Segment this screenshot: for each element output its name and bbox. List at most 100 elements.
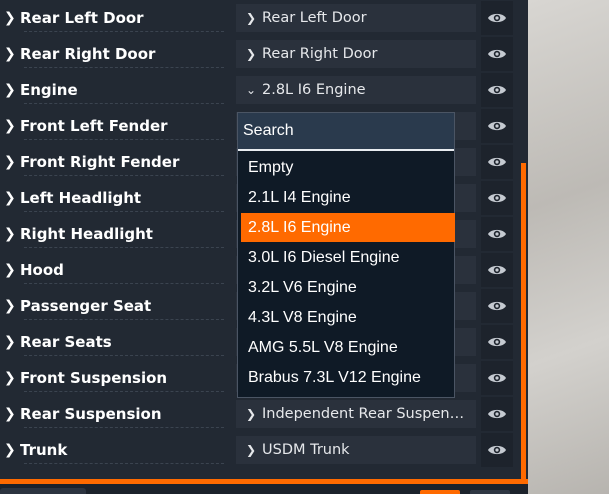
part-select[interactable]: ⌄ 2.8L I6 Engine xyxy=(236,76,476,104)
part-select-value: USDM Trunk xyxy=(262,442,350,458)
part-label[interactable]: ❯ Front Suspension xyxy=(4,360,228,396)
part-label[interactable]: ❯ Passenger Seat xyxy=(4,288,228,324)
eye-icon xyxy=(488,445,506,455)
chevron-right-icon: ❯ xyxy=(4,154,16,170)
row-divider xyxy=(24,247,224,248)
part-label[interactable]: ❯ Front Right Fender xyxy=(4,144,228,180)
visibility-toggle[interactable] xyxy=(481,109,513,143)
visibility-toggle[interactable] xyxy=(481,217,513,251)
dropdown-option-selected[interactable]: 2.8L I6 Engine xyxy=(241,213,455,242)
row-divider xyxy=(24,427,224,428)
part-name: Rear Suspension xyxy=(20,405,162,423)
parts-panel: ❯ Rear Left Door ❯ Rear Left Door ❯ Rear… xyxy=(0,0,528,494)
visibility-toggle[interactable] xyxy=(481,397,513,431)
chevron-right-icon: ❯ xyxy=(4,82,16,98)
eye-icon xyxy=(488,373,506,383)
visibility-toggle[interactable] xyxy=(481,433,513,467)
row-divider xyxy=(24,391,224,392)
visibility-toggle[interactable] xyxy=(481,37,513,71)
part-select[interactable]: ❯ Rear Left Door xyxy=(236,4,476,32)
part-select-value: Rear Right Door xyxy=(262,46,378,62)
part-label[interactable]: ❯ Engine xyxy=(4,72,228,108)
visibility-toggle[interactable] xyxy=(481,145,513,179)
part-select-value: Independent Rear Suspen… xyxy=(262,406,465,422)
eye-icon xyxy=(488,337,506,347)
part-name: Rear Left Door xyxy=(20,9,144,27)
part-label[interactable]: ❯ Front Left Fender xyxy=(4,108,228,144)
part-label[interactable]: ❯ Right Headlight xyxy=(4,216,228,252)
part-label[interactable]: ❯ Rear Seats xyxy=(4,324,228,360)
chevron-right-icon: ❯ xyxy=(4,370,16,386)
part-row-rear-right-door[interactable]: ❯ Rear Right Door ❯ Rear Right Door xyxy=(0,36,520,72)
visibility-toggle[interactable] xyxy=(481,325,513,359)
row-divider xyxy=(24,355,224,356)
dropdown-search-input[interactable]: Search xyxy=(238,113,454,151)
visibility-toggle[interactable] xyxy=(481,181,513,215)
chevron-right-icon: ❯ xyxy=(4,406,16,422)
eye-icon xyxy=(488,301,506,311)
visibility-toggle[interactable] xyxy=(481,361,513,395)
part-select-value: Rear Left Door xyxy=(262,10,367,26)
part-row-trunk[interactable]: ❯ Trunk ❯ USDM Trunk xyxy=(0,432,520,468)
part-label[interactable]: ❯ Left Headlight xyxy=(4,180,228,216)
part-name: Rear Seats xyxy=(20,333,112,351)
footer-button-primary[interactable] xyxy=(420,490,460,494)
chevron-right-icon: ❯ xyxy=(4,442,16,458)
part-label[interactable]: ❯ Rear Left Door xyxy=(4,0,228,36)
row-divider xyxy=(24,103,224,104)
footer-button-secondary[interactable] xyxy=(470,490,510,494)
part-select-value: 2.8L I6 Engine xyxy=(262,82,366,98)
part-row-engine[interactable]: ❯ Engine ⌄ 2.8L I6 Engine xyxy=(0,72,520,108)
visibility-toggle[interactable] xyxy=(481,73,513,107)
part-row-rear-left-door[interactable]: ❯ Rear Left Door ❯ Rear Left Door xyxy=(0,0,520,36)
visibility-toggle[interactable] xyxy=(481,253,513,287)
part-label[interactable]: ❯ Rear Right Door xyxy=(4,36,228,72)
visibility-toggle[interactable] xyxy=(481,1,513,35)
dropdown-option[interactable]: Empty xyxy=(241,153,455,182)
eye-icon xyxy=(488,229,506,239)
row-divider xyxy=(24,211,224,212)
part-row-rear-suspension[interactable]: ❯ Rear Suspension ❯ Independent Rear Sus… xyxy=(0,396,520,432)
chevron-right-icon: ❯ xyxy=(4,46,16,62)
part-name: Engine xyxy=(20,81,78,99)
part-name: Left Headlight xyxy=(20,189,142,207)
row-divider xyxy=(24,139,224,140)
chevron-right-icon: ❯ xyxy=(4,190,16,206)
part-select[interactable]: ❯ Rear Right Door xyxy=(236,40,476,68)
part-name: Passenger Seat xyxy=(20,297,152,315)
dropdown-option[interactable]: AMG 5.5L V8 Engine xyxy=(241,333,455,362)
part-label[interactable]: ❯ Trunk xyxy=(4,432,228,468)
eye-icon xyxy=(488,409,506,419)
dropdown-option[interactable]: 3.2L V6 Engine xyxy=(241,273,455,302)
dropdown-option[interactable]: 2.1L I4 Engine xyxy=(241,183,455,212)
dropdown-option[interactable]: Brabus 7.3L V12 Engine xyxy=(241,363,455,392)
chevron-right-icon: ❯ xyxy=(246,407,257,421)
part-label[interactable]: ❯ Hood xyxy=(4,252,228,288)
part-name: Front Left Fender xyxy=(20,117,168,135)
dropdown-option[interactable]: 4.3L V8 Engine xyxy=(241,303,455,332)
part-name: Trunk xyxy=(20,441,68,459)
eye-icon xyxy=(488,157,506,167)
row-divider xyxy=(24,463,224,464)
chevron-right-icon: ❯ xyxy=(4,10,16,26)
scrollbar[interactable] xyxy=(521,163,526,483)
part-select[interactable]: ❯ Independent Rear Suspen… xyxy=(236,400,476,428)
eye-icon xyxy=(488,121,506,131)
part-label[interactable]: ❯ Rear Suspension xyxy=(4,396,228,432)
row-divider xyxy=(24,31,224,32)
chevron-right-icon: ❯ xyxy=(4,226,16,242)
visibility-toggle[interactable] xyxy=(481,289,513,323)
row-divider xyxy=(24,283,224,284)
viewport-background xyxy=(528,0,609,494)
chevron-right-icon: ❯ xyxy=(246,47,257,61)
footer-button[interactable] xyxy=(0,488,86,494)
chevron-right-icon: ❯ xyxy=(4,118,16,134)
chevron-right-icon: ❯ xyxy=(4,334,16,350)
eye-icon xyxy=(488,265,506,275)
part-name: Hood xyxy=(20,261,64,279)
chevron-right-icon: ❯ xyxy=(4,262,16,278)
dropdown-option[interactable]: 3.0L I6 Diesel Engine xyxy=(241,243,455,272)
row-divider xyxy=(24,67,224,68)
part-select[interactable]: ❯ USDM Trunk xyxy=(236,436,476,464)
engine-dropdown: Search Empty 2.1L I4 Engine 2.8L I6 Engi… xyxy=(237,112,455,398)
